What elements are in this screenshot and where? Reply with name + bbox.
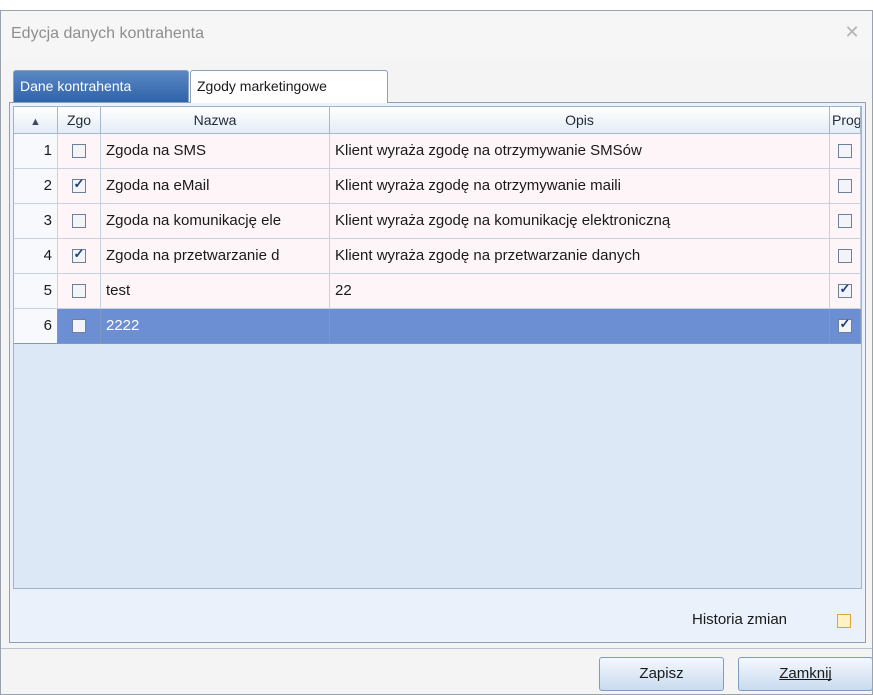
zgoda-checkbox[interactable]: ✓ [72, 246, 86, 263]
zgoda-cell[interactable] [58, 274, 101, 309]
zgoda-checkbox[interactable] [72, 214, 86, 228]
column-header-sort[interactable]: ▲ [14, 107, 58, 134]
nazwa-cell[interactable]: test [101, 274, 330, 309]
opis-cell[interactable]: Klient wyraża zgodę na przetwarzanie dan… [330, 239, 830, 274]
table-row[interactable]: 4 ✓ Zgoda na przetwarzanie d Klient wyraża … [14, 239, 861, 274]
row-index: 1 [14, 134, 58, 169]
dialog-window: Edycja danych kontrahenta ✕ Dane kontrah… [0, 10, 873, 695]
close-button[interactable]: Zamknij [738, 657, 872, 691]
prog-cell[interactable]: ✓ [830, 309, 861, 344]
zgoda-cell[interactable]: ✓ [58, 169, 101, 204]
row-index: 2 [14, 169, 58, 204]
tab-panel: ▲ Zgo Nazwa Opis Prog 1 Zgoda na SMS Klien… [9, 102, 866, 643]
zgoda-cell[interactable] [58, 134, 101, 169]
close-button-label: Zamknij [779, 665, 832, 682]
column-header-opis[interactable]: Opis [330, 107, 830, 134]
table-row[interactable]: 5 test 22 ✓ [14, 274, 861, 309]
footer-divider [1, 648, 872, 649]
zgoda-cell[interactable] [58, 204, 101, 239]
nazwa-cell[interactable]: Zgoda na eMail [101, 169, 330, 204]
consents-grid: ▲ Zgo Nazwa Opis Prog 1 Zgoda na SMS Klien… [13, 106, 862, 589]
nazwa-cell[interactable]: Zgoda na SMS [101, 134, 330, 169]
table-row[interactable]: 2 ✓ Zgoda na eMail Klient wyraża zgodę na o… [14, 169, 861, 204]
column-header-nazwa[interactable]: Nazwa [101, 107, 330, 134]
nazwa-cell[interactable]: Zgoda na przetwarzanie d [101, 239, 330, 274]
zgoda-checkbox[interactable]: ✓ [72, 176, 86, 193]
prog-cell[interactable] [830, 169, 861, 204]
tab-dane-kontrahenta[interactable]: Dane kontrahenta [13, 70, 189, 102]
table-row[interactable]: 1 Zgoda na SMS Klient wyraża zgodę na otrz… [14, 134, 861, 169]
prog-cell[interactable] [830, 239, 861, 274]
row-index: 6 [14, 309, 58, 344]
prog-checkbox[interactable] [838, 144, 852, 158]
table-row[interactable]: 6 2222 ✓ [14, 309, 861, 344]
row-index: 5 [14, 274, 58, 309]
row-index: 3 [14, 204, 58, 239]
opis-cell[interactable]: 22 [330, 274, 830, 309]
prog-checkbox[interactable] [838, 249, 852, 263]
zgoda-checkbox[interactable] [72, 144, 86, 158]
prog-cell[interactable] [830, 134, 861, 169]
zgoda-checkbox[interactable] [72, 319, 86, 333]
tab-zgody-marketingowe[interactable]: Zgody marketingowe [190, 70, 388, 103]
checkmark-icon: ✓ [73, 246, 85, 261]
zgoda-cell[interactable] [58, 309, 101, 344]
column-header-prog[interactable]: Prog [830, 107, 861, 134]
opis-cell[interactable]: Klient wyraża zgodę na komunikację elekt… [330, 204, 830, 239]
table-row[interactable]: 3 Zgoda na komunikację ele Klient wyraża z… [14, 204, 861, 239]
prog-checkbox[interactable]: ✓ [838, 281, 852, 298]
nazwa-cell[interactable]: 2222 [101, 309, 330, 344]
window-title: Edycja danych kontrahenta [11, 25, 205, 42]
prog-cell[interactable]: ✓ [830, 274, 861, 309]
row-index: 4 [14, 239, 58, 274]
checkmark-icon: ✓ [73, 176, 85, 191]
checkmark-icon: ✓ [839, 281, 851, 296]
title-bar[interactable]: Edycja danych kontrahenta ✕ [1, 11, 872, 61]
opis-cell[interactable]: Klient wyraża zgodę na otrzymywanie mail… [330, 169, 830, 204]
sort-ascending-icon: ▲ [30, 116, 41, 128]
nazwa-cell[interactable]: Zgoda na komunikację ele [101, 204, 330, 239]
history-checkbox[interactable] [837, 614, 851, 628]
opis-cell[interactable]: Klient wyraża zgodę na otrzymywanie SMSó… [330, 134, 830, 169]
checkmark-icon: ✓ [839, 316, 851, 331]
prog-checkbox[interactable] [838, 214, 852, 228]
opis-cell[interactable] [330, 309, 830, 344]
prog-cell[interactable] [830, 204, 861, 239]
column-header-zgoda[interactable]: Zgo [58, 107, 101, 134]
prog-checkbox[interactable] [838, 179, 852, 193]
close-icon[interactable]: ✕ [842, 22, 862, 42]
zgoda-cell[interactable]: ✓ [58, 239, 101, 274]
prog-checkbox[interactable]: ✓ [838, 316, 852, 333]
history-label: Historia zmian [692, 611, 788, 628]
save-button[interactable]: Zapisz [599, 657, 724, 691]
zgoda-checkbox[interactable] [72, 284, 86, 298]
